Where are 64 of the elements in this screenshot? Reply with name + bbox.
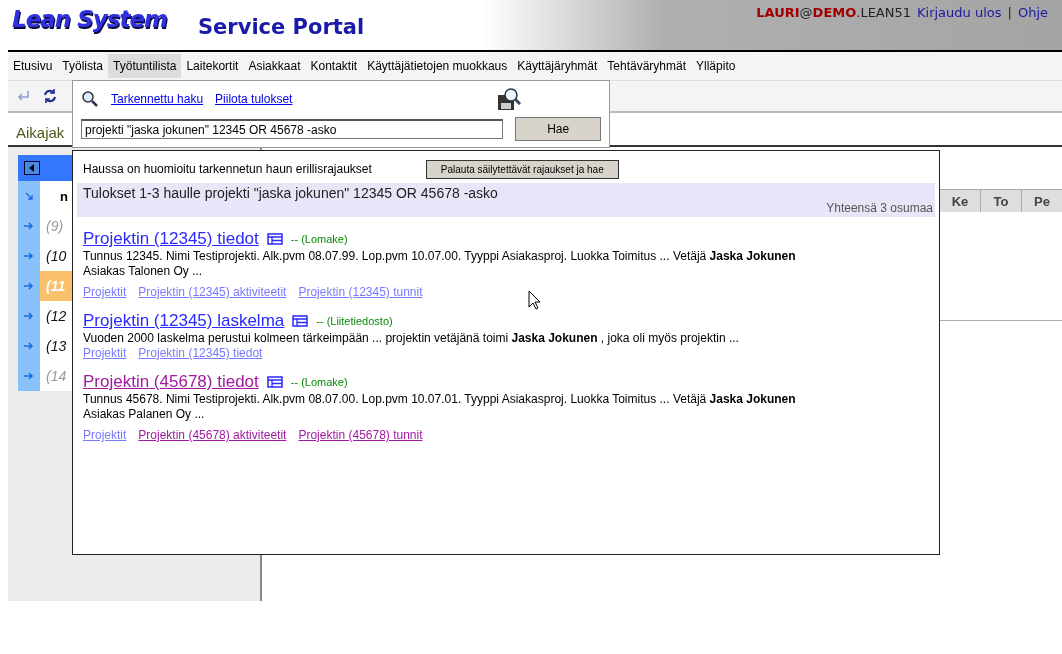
menu-item[interactable]: Kontaktit <box>305 54 363 78</box>
menu-item[interactable]: Asiakkaat <box>243 54 306 78</box>
result-title-link[interactable]: Projektin (12345) laskelma <box>83 311 285 331</box>
day-column-header: Ke <box>939 190 980 212</box>
arrow-icon <box>24 282 34 290</box>
day-column-header: Pe <box>1021 190 1062 212</box>
result-snippet: Vuoden 2000 laskelma perustui kolmeen tärkeimpään ... projektin vetäjänä toimi Jaska Jokunen , joka oli myös projektin ... <box>83 331 740 346</box>
refresh-icon[interactable] <box>42 88 58 104</box>
arrow-icon <box>24 342 34 350</box>
result-link[interactable]: Projektin (45678) tunnit <box>298 428 423 442</box>
help-link[interactable]: Ohje <box>1017 5 1048 20</box>
result-link[interactable]: Projektin (12345) tiedot <box>138 346 263 360</box>
search-link[interactable]: Tarkennettu haku <box>111 92 204 106</box>
results-summary: Tulokset 1-3 haulle projekti "jaska jokunen" 12345 OR 45678 -asko <box>83 185 499 201</box>
collapse-button[interactable] <box>24 161 40 175</box>
caret-icon <box>29 164 35 172</box>
result-title-link[interactable]: Projektin (45678) tiedot <box>83 372 259 392</box>
result-link[interactable]: Projektin (12345) tunnit <box>298 285 423 299</box>
logout-link[interactable]: Kirjaudu ulos <box>917 5 1002 20</box>
result-link[interactable]: Projektit <box>83 428 127 442</box>
result-count: Yhteensä 3 osumaa <box>826 201 933 215</box>
notice-text: Haussa on huomioitu tarkennetun haun erillisrajaukset <box>83 162 372 176</box>
menu-item[interactable]: Etusivu <box>8 54 58 78</box>
menu-item[interactable]: Käyttäjätietojen muokkaus <box>362 54 513 78</box>
result-link[interactable]: Projektit <box>83 346 127 360</box>
result-snippet: Tunnus 12345. Nimi Testiprojekti. Alk.pvm 08.07.99. Lop.pvm 10.07.00. Tyyppi Asiakasproj. Luokka Toimitus ... Vetäjä Jaska Jokunen <box>83 249 797 264</box>
arrow-icon <box>24 312 34 320</box>
form-icon <box>266 233 283 245</box>
result-snippet: Tunnus 45678. Nimi Testiprojekti. Alk.pvm 08.07.00. Lop.pvm 10.07.01. Tyyppi Asiakasproj. Luokka Toimitus ... Vetäjä Jaska Jokunen <box>83 392 797 407</box>
save-search-icon[interactable] <box>497 87 521 111</box>
form-icon <box>292 315 309 327</box>
form-icon <box>266 376 283 388</box>
result-title-link[interactable]: Projektin (12345) tiedot <box>83 229 259 249</box>
cursor-icon <box>528 290 542 310</box>
search-icon <box>81 90 99 108</box>
result-link[interactable]: Projektin (45678) aktiviteetit <box>138 428 287 442</box>
menu-item[interactable]: Ylläpito <box>691 54 741 78</box>
tab-label[interactable]: Aikajak <box>8 124 65 145</box>
logo: Lean System <box>12 6 168 32</box>
search-field[interactable]: projekti "jaska jokunen" 12345 OR 45678 -asko <box>81 119 504 139</box>
column-heading: n <box>60 188 68 204</box>
user-login: LAURI@DEMO.LEAN51 <box>756 5 911 20</box>
day-column-header: To <box>980 190 1021 212</box>
restore-button[interactable]: Palauta säilytettävät rajaukset ja hae <box>425 159 619 179</box>
menu-item[interactable]: Työtuntilista <box>108 54 182 78</box>
arrow-icon <box>24 252 34 260</box>
menu-item[interactable]: Tehtäväryhmät <box>602 54 692 78</box>
menu-item[interactable]: Laitekortit <box>181 54 244 78</box>
search-link[interactable]: Piilota tulokset <box>215 92 293 106</box>
menu-item[interactable]: Käyttäjäryhmät <box>512 54 603 78</box>
arrow-icon <box>24 222 34 230</box>
arrow-icon <box>24 372 34 380</box>
expand-arrow-icon <box>24 191 34 201</box>
result-link[interactable]: Projektit <box>83 285 127 299</box>
result-type: -- (Liitetiedosto) <box>316 315 393 327</box>
separator: | <box>1007 5 1012 20</box>
result-link[interactable]: Projektin (12345) aktiviteetit <box>138 285 287 299</box>
menu-item[interactable]: Työlista <box>57 54 109 78</box>
portal-title: Service Portal <box>198 14 365 39</box>
result-snippet: Asiakas Palanen Oy ... <box>83 407 206 422</box>
search-button[interactable]: Hae <box>515 117 601 141</box>
result-type: -- (Lomake) <box>290 376 348 388</box>
result-type: -- (Lomake) <box>290 233 348 245</box>
result-snippet: Asiakas Talonen Oy ... <box>83 264 204 279</box>
